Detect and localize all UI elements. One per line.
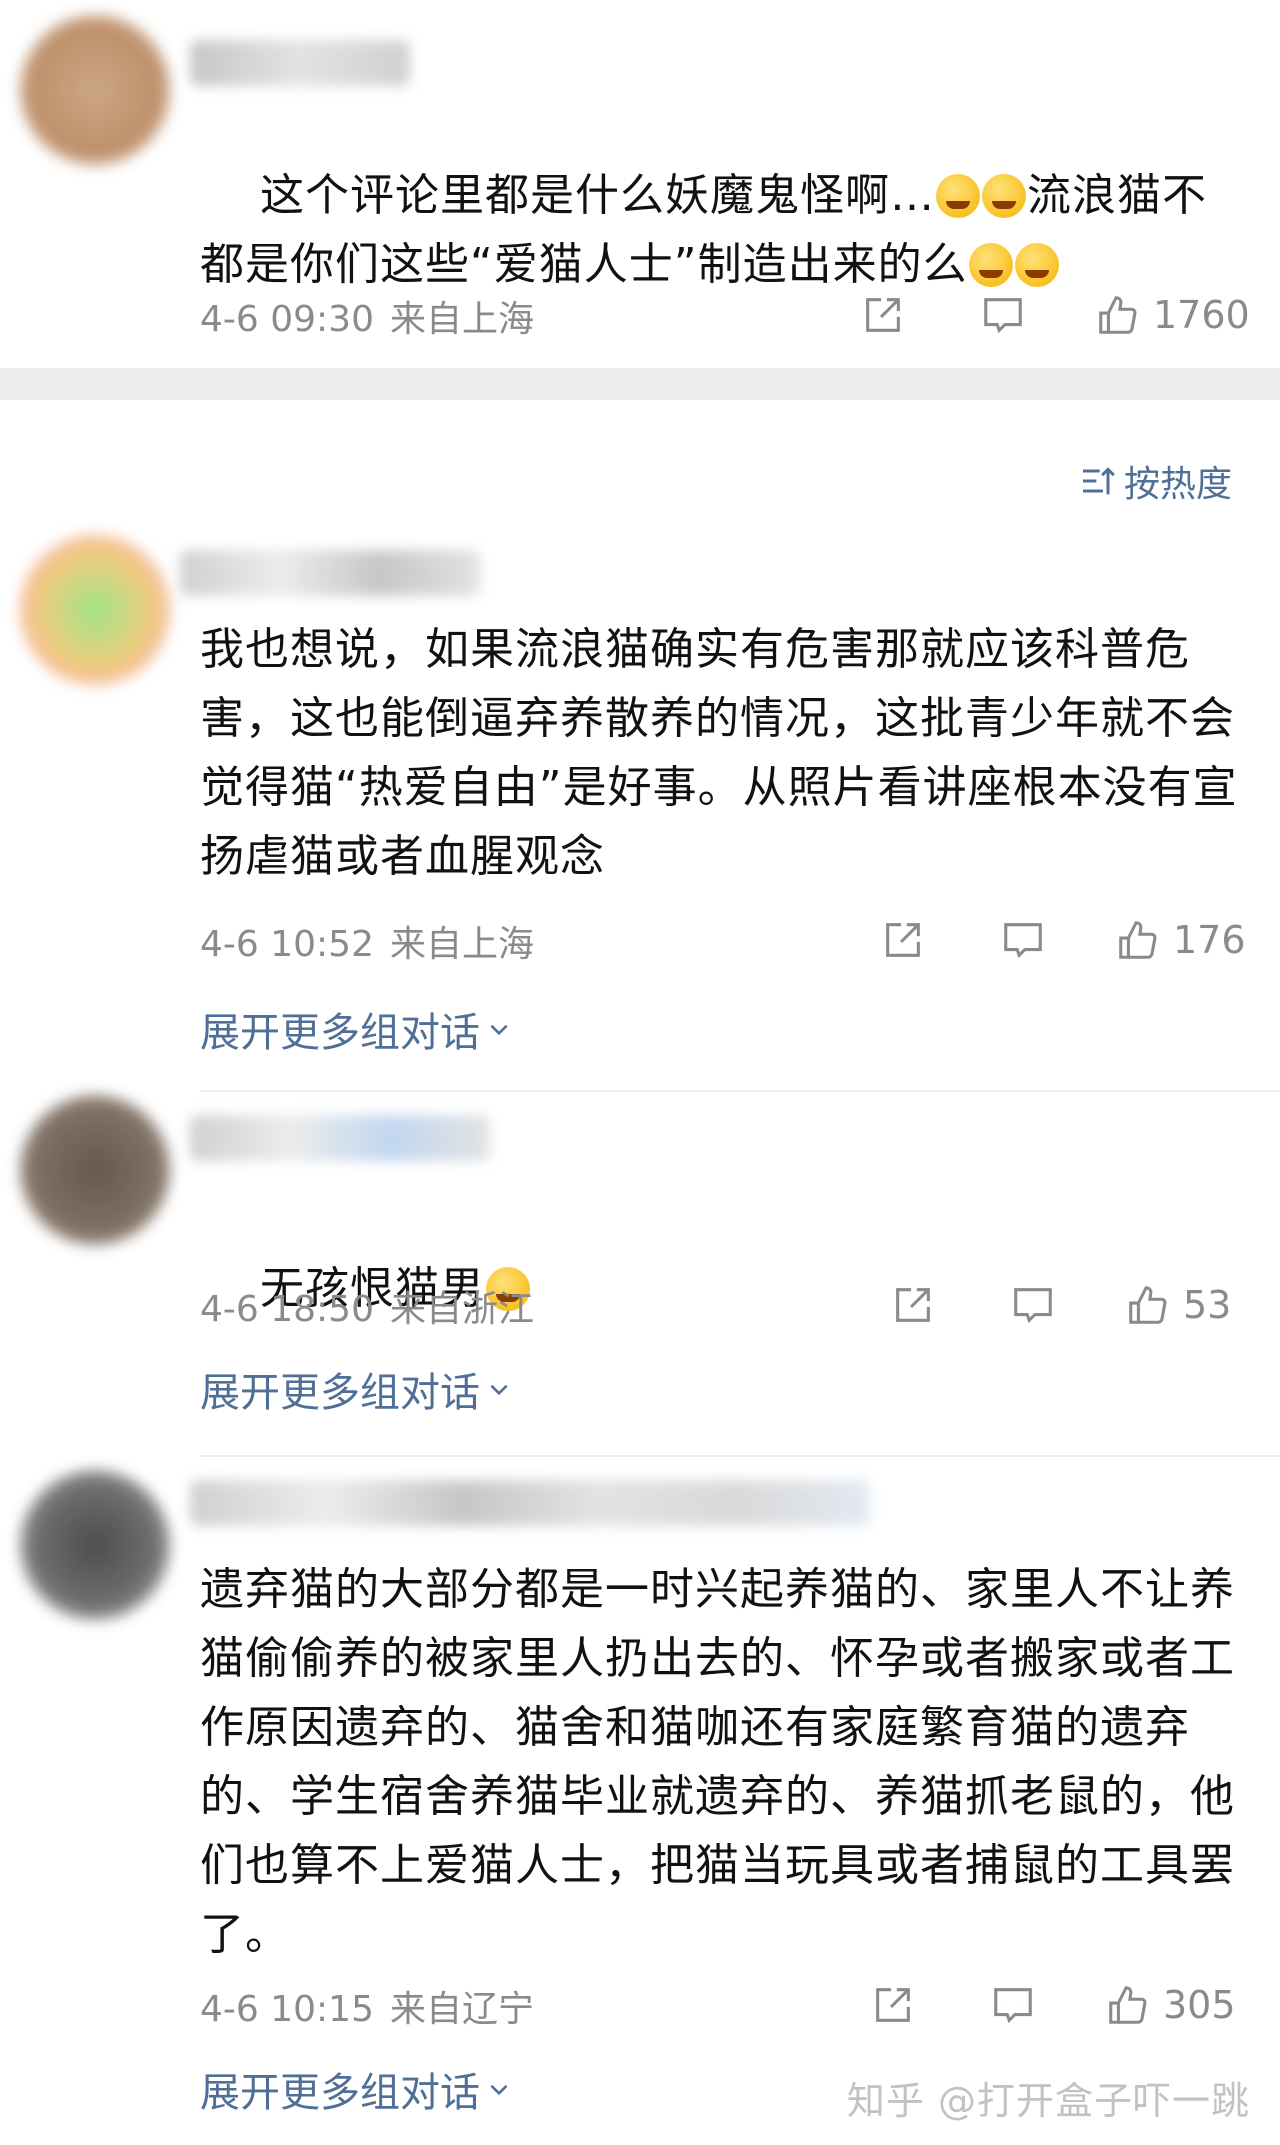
username-blurred[interactable] [190,40,410,86]
chevron-down-icon [490,2084,508,2096]
username-blurred[interactable] [190,1480,870,1526]
comment-meta: 4-6 09:30 来自上海 [200,290,534,342]
timestamp: 4-6 18:50 [200,1289,374,1330]
timestamp: 4-6 09:30 [200,299,374,340]
location: 来自辽宁 [390,1989,535,2030]
comment-text: 遗弃猫的大部分都是一时兴起养猫的、家里人不让养猫偷偷养的被家里人扔出去的、怀孕或… [200,1564,1235,1960]
comment-icon [984,298,1022,334]
expand-label: 展开更多组对话 [200,1010,480,1056]
divider [200,1090,1280,1092]
thumbs-up-icon [1119,921,1157,959]
sort-icon [1082,467,1115,495]
thumbs-up-icon [1129,1286,1167,1324]
comment-icon [994,1988,1032,2024]
username-blurred[interactable] [180,550,480,596]
section-separator [0,368,1280,400]
share-button[interactable] [860,285,906,345]
expand-conversation-button[interactable]: 展开更多组对话 [200,1000,512,1058]
share-icon [886,923,920,957]
share-button[interactable] [890,1275,936,1335]
comment-text: 我也想说，如果流浪猫确实有危害那就应该科普危害，这也能倒逼弃养散养的情况，这批青… [200,624,1238,882]
reply-button[interactable] [990,1975,1036,2035]
expand-label: 展开更多组对话 [200,1370,480,1416]
avatar[interactable] [20,1470,170,1620]
like-count: 176 [1173,918,1246,962]
comment-icon [1004,923,1042,959]
reply-button[interactable] [1000,910,1046,970]
avatar[interactable] [20,15,170,165]
like-button[interactable]: 1760 [1095,285,1250,345]
comment-meta: 4-6 10:52 来自上海 [200,915,534,967]
username-blurred[interactable] [190,1115,490,1161]
like-button[interactable]: 305 [1105,1975,1236,2035]
action-bar: 305 [860,1975,1250,2035]
share-button[interactable] [870,1975,916,2035]
comment-meta: 4-6 18:50 来自浙江 [200,1280,534,1332]
comment-icon [1014,1288,1052,1324]
avatar[interactable] [20,535,170,685]
like-button[interactable]: 53 [1125,1275,1231,1335]
location: 来自浙江 [390,1289,535,1330]
crying-emoji-icon [935,174,980,218]
reply-button[interactable] [1010,1275,1056,1335]
comment-text-part: 都是你们这些“爱猫人士”制造出来的么 [200,239,968,290]
like-count: 53 [1183,1283,1232,1327]
timestamp: 4-6 10:52 [200,924,374,965]
comment-3: 无孩恨猫男 4-6 18:50 来自浙江 53 展开更多组对话 [0,1095,1280,1455]
action-bar: 176 [870,910,1250,970]
expand-conversation-button[interactable]: 展开更多组对话 [200,1360,512,1418]
like-count: 305 [1163,1983,1236,2027]
share-icon [866,298,900,332]
comment-meta: 4-6 10:15 来自辽宁 [200,1980,534,2032]
comment-text-part: 这个评论里都是什么妖魔鬼怪啊… [259,170,935,221]
divider [200,1455,1280,1457]
watermark: 知乎 @打开盒子吓一跳 [846,2079,1250,2123]
location: 来自上海 [390,299,535,340]
timestamp: 4-6 10:15 [200,1989,374,2030]
share-button[interactable] [880,910,926,970]
comment-2: 我也想说，如果流浪猫确实有危害那就应该科普危害，这也能倒逼弃养散养的情况，这批青… [0,520,1280,1080]
reply-button[interactable] [980,285,1026,345]
chevron-down-icon [490,1024,508,1036]
share-icon [896,1288,930,1322]
expand-label: 展开更多组对话 [200,2070,480,2116]
action-bar: 53 [880,1275,1250,1335]
thumbs-up-icon [1109,1986,1147,2024]
avatar[interactable] [20,1095,170,1245]
crying-emoji-icon [981,174,1026,218]
sort-button[interactable]: 按热度 [1078,455,1232,507]
laughing-emoji-icon [968,243,1013,287]
like-count: 1760 [1153,293,1250,337]
thumbs-up-icon [1099,296,1137,334]
comment-1: 这个评论里都是什么妖魔鬼怪啊… 流浪猫不都是你们这些“爱猫人士”制造出来的么 4-… [0,0,1280,370]
laughing-emoji-icon [1014,243,1059,287]
sort-label: 按热度 [1123,464,1232,505]
chevron-down-icon [490,1384,508,1396]
comment-text-part: 流浪猫不 [1026,170,1207,221]
location: 来自上海 [390,924,535,965]
action-bar: 1760 [850,285,1250,345]
like-button[interactable]: 176 [1115,910,1246,970]
expand-conversation-button[interactable]: 展开更多组对话 [200,2060,512,2118]
share-icon [876,1988,910,2022]
comment-4: 遗弃猫的大部分都是一时兴起养猫的、家里人不让养猫偷偷养的被家里人扔出去的、怀孕或… [0,1460,1280,2145]
